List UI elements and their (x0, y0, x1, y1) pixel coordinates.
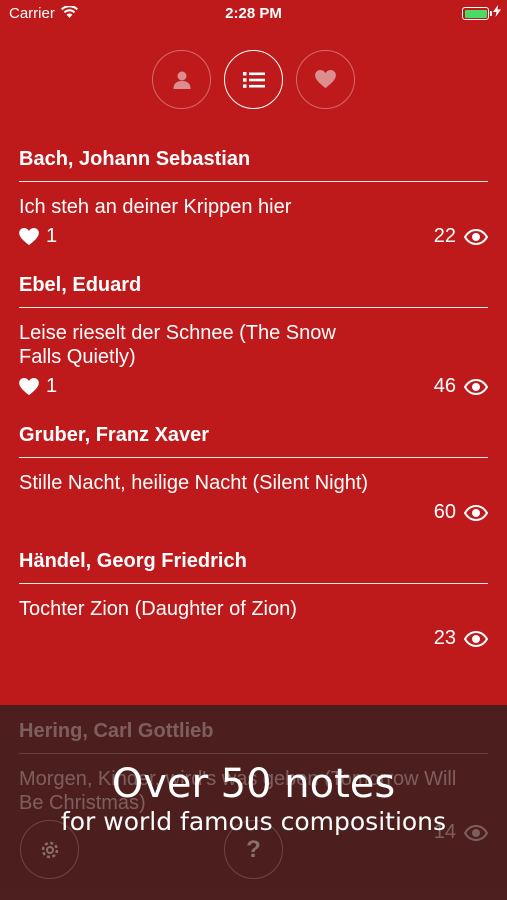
list-icon (242, 71, 265, 88)
like-count: 1 (46, 225, 58, 247)
tab-bar (0, 50, 507, 109)
list-item[interactable]: Gruber, Franz Xaver Stille Nacht, heilig… (0, 409, 507, 535)
promo-title: Over 50 notes (111, 761, 396, 807)
composer-name: Hering, Carl Gottlieb (19, 705, 488, 754)
item-meta: 1 22 (19, 219, 488, 259)
list-item[interactable]: Ebel, Eduard Leise rieselt der Schnee (T… (0, 259, 507, 409)
composition-title: Leise rieselt der Schnee (The Snow Falls… (19, 322, 336, 368)
heart-icon (315, 70, 336, 89)
views: 60 (434, 501, 488, 524)
promo-subtitle: for world famous compositions (60, 807, 447, 836)
gear-icon (41, 841, 58, 858)
charging-icon (493, 4, 501, 20)
views: 23 (434, 627, 488, 650)
composer-name: Gruber, Franz Xaver (19, 409, 488, 458)
promo-overlay: Hering, Carl Gottlieb Morgen, Kinder, wi… (0, 705, 507, 900)
view-count: 60 (433, 501, 456, 523)
item-meta: 1 46 (19, 369, 488, 409)
battery-icon (462, 7, 492, 20)
views: 46 (434, 375, 488, 398)
item-meta: 60 (19, 495, 488, 535)
composer-name: Bach, Johann Sebastian (19, 133, 488, 182)
like-count: 1 (46, 375, 58, 397)
view-count: 22 (433, 225, 456, 247)
composition-title: Tochter Zion (Daughter of Zion) (19, 598, 297, 620)
heart-icon (19, 377, 39, 395)
eye-icon (464, 630, 488, 647)
item-meta: 23 (19, 621, 488, 661)
list-item[interactable]: Bach, Johann Sebastian Ich steh an deine… (0, 133, 507, 259)
composition-title: Ich steh an deiner Krippen hier (19, 196, 292, 218)
eye-icon (464, 504, 488, 521)
help-icon: ? (246, 835, 261, 863)
likes: 1 (19, 375, 57, 398)
heart-icon (19, 227, 39, 245)
composition-title: Stille Nacht, heilige Nacht (Silent Nigh… (19, 472, 369, 494)
status-time: 2:28 PM (225, 5, 282, 22)
views: 22 (434, 225, 488, 248)
status-bar: Carrier 2:28 PM (0, 0, 507, 28)
tab-favorites[interactable] (296, 50, 355, 109)
person-icon (173, 71, 190, 89)
list-item[interactable]: Händel, Georg Friedrich Tochter Zion (Da… (0, 535, 507, 661)
eye-icon (464, 228, 488, 245)
promo-text: Over 50 notes for world famous compositi… (0, 761, 507, 837)
composition-list: Bach, Johann Sebastian Ich steh an deine… (0, 133, 507, 661)
composer-name: Händel, Georg Friedrich (19, 535, 488, 584)
likes: 1 (19, 225, 57, 248)
view-count: 46 (433, 375, 456, 397)
view-count: 23 (433, 627, 456, 649)
composer-name: Ebel, Eduard (19, 259, 488, 308)
eye-icon (464, 378, 488, 395)
tab-list[interactable] (224, 50, 283, 109)
tab-composers[interactable] (152, 50, 211, 109)
